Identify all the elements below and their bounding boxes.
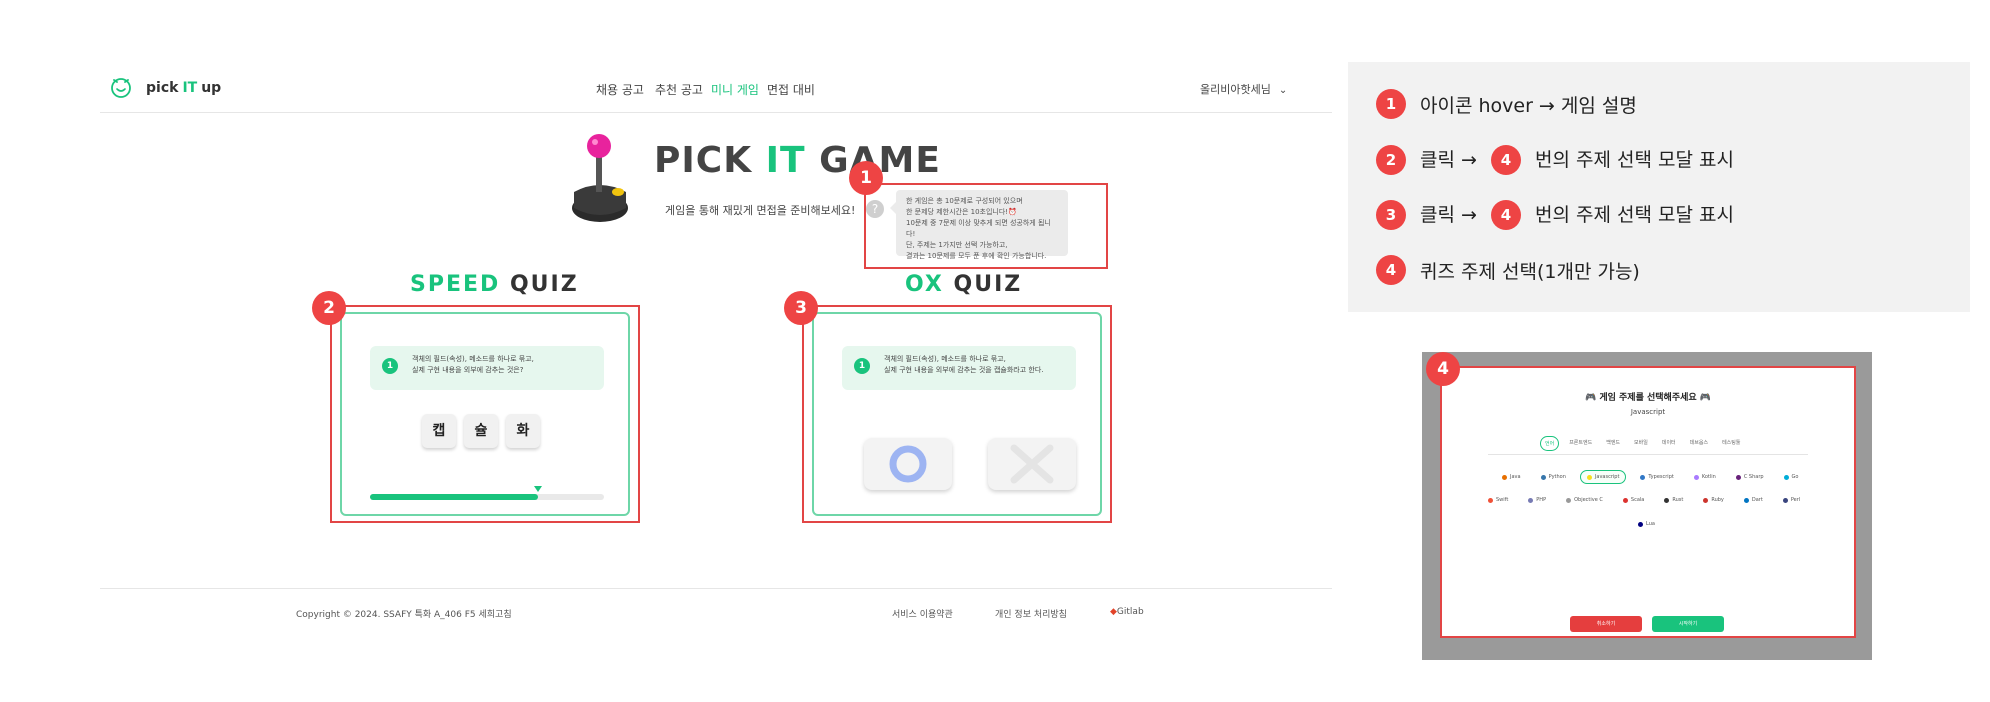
- title-it: IT: [765, 140, 806, 181]
- nav-item-mini-game[interactable]: 미니 게임: [711, 81, 759, 98]
- legend-badge-4: 4: [1376, 255, 1406, 285]
- logo-text-up: up: [201, 80, 222, 96]
- legend-row-3: 3 클릭 → 4 번의 주제 선택 모달 표시: [1376, 199, 1734, 231]
- speed-quiz-card[interactable]: 1 객체의 필드(속성), 메소드를 하나로 묶고, 실제 구현 내용을 외부에…: [340, 312, 630, 516]
- footer-terms-link[interactable]: 서비스 이용약관: [892, 607, 953, 620]
- chevron-down-icon: ⌄: [1278, 85, 1288, 96]
- legend-panel: 1 아이콘 hover → 게임 설명 2 클릭 → 4 번의 주제 선택 모달…: [1348, 62, 1970, 312]
- annotation-badge-4: 4: [1426, 352, 1460, 386]
- circle-o-icon: [889, 445, 927, 483]
- legend-badge-2: 2: [1376, 145, 1406, 175]
- speed-quiz-title: SPEED QUIZ: [410, 272, 579, 297]
- nav-item-recommended[interactable]: 추천 공고: [655, 81, 703, 98]
- question-line: 실제 구현 내용을 외부에 감추는 것을 캡슐화라고 한다.: [884, 366, 1044, 374]
- ox-quiz-title-accent: OX: [905, 272, 944, 297]
- x-button[interactable]: [988, 438, 1076, 490]
- legend-text-2-post: 번의 주제 선택 모달 표시: [1535, 148, 1734, 171]
- page-title: PICK IT GAME: [654, 140, 941, 181]
- annotation-box-4: [1440, 366, 1856, 638]
- footer-privacy-link[interactable]: 개인 정보 처리방침: [995, 607, 1067, 620]
- question-number: 1: [382, 358, 398, 374]
- question-box: 1 객체의 필드(속성), 메소드를 하나로 묶고, 실제 구현 내용을 외부에…: [842, 346, 1076, 390]
- logo-icon[interactable]: [110, 76, 132, 98]
- user-menu[interactable]: 올리비아핫세님 ⌄: [1200, 81, 1287, 97]
- question-box: 1 객체의 필드(속성), 메소드를 하나로 묶고, 실제 구현 내용을 외부에…: [370, 346, 604, 390]
- timer-marker: [534, 486, 543, 492]
- speed-quiz-title-rest: QUIZ: [500, 272, 579, 297]
- topic-modal-screenshot: 🎮 게임 주제를 선택해주세요 🎮 Javascript 언어 프론트엔드 백엔드 모…: [1422, 352, 1872, 660]
- header-divider: [100, 112, 1332, 113]
- question-line: 객체의 필드(속성), 메소드를 하나로 묶고,: [412, 355, 534, 363]
- annotation-badge-2: 2: [312, 291, 346, 325]
- legend-row-4: 4 퀴즈 주제 선택(1개만 가능): [1376, 254, 1640, 286]
- nav-item-interview[interactable]: 면접 대비: [767, 81, 815, 98]
- ox-quiz-title: OX QUIZ: [905, 272, 1022, 297]
- logo-text-it: IT: [182, 80, 198, 96]
- o-button[interactable]: [864, 438, 952, 490]
- ox-quiz-title-rest: QUIZ: [943, 272, 1023, 297]
- legend-text-3: 클릭 → 4 번의 주제 선택 모달 표시: [1420, 200, 1734, 231]
- ox-quiz-card[interactable]: 1 객체의 필드(속성), 메소드를 하나로 묶고, 실제 구현 내용을 외부에…: [812, 312, 1102, 516]
- question-number: 1: [854, 358, 870, 374]
- legend-badge-3: 3: [1376, 200, 1406, 230]
- logo-text[interactable]: pick IT up: [146, 80, 221, 96]
- cross-x-icon: [1010, 444, 1054, 484]
- page-subtitle: 게임을 통해 재밌게 면접을 준비해보세요!: [665, 204, 856, 217]
- letter-tile: 화: [506, 414, 540, 448]
- question-line: 실제 구현 내용을 외부에 감추는 것은?: [412, 366, 524, 374]
- legend-inline-badge-4: 4: [1490, 200, 1521, 231]
- legend-row-1: 1 아이콘 hover → 게임 설명: [1376, 88, 1637, 120]
- title-pick: PICK: [654, 140, 766, 181]
- letter-tile: 슐: [464, 414, 498, 448]
- user-name: 올리비아핫세님: [1200, 83, 1271, 96]
- legend-text-2-pre: 클릭 →: [1420, 148, 1477, 171]
- joystick-icon: [572, 134, 628, 222]
- annotation-badge-1: 1: [849, 161, 883, 195]
- gitlab-icon: ◆: [1110, 607, 1117, 617]
- annotation-badge-3: 3: [784, 291, 818, 325]
- legend-text-3-post: 번의 주제 선택 모달 표시: [1535, 203, 1734, 226]
- legend-row-2: 2 클릭 → 4 번의 주제 선택 모달 표시: [1376, 144, 1734, 176]
- legend-text-1: 아이콘 hover → 게임 설명: [1420, 94, 1637, 117]
- speed-quiz-title-accent: SPEED: [410, 272, 501, 297]
- nav-item-jobs[interactable]: 채용 공고: [596, 81, 644, 98]
- timer-bar: [370, 486, 604, 500]
- legend-text-4: 퀴즈 주제 선택(1개만 가능): [1420, 260, 1640, 283]
- logo-text-pick: pick: [146, 80, 179, 96]
- footer-gitlab-link[interactable]: ◆Gitlab: [1110, 607, 1144, 617]
- legend-text-3-pre: 클릭 →: [1420, 203, 1477, 226]
- annotation-box-1: [864, 183, 1108, 269]
- legend-text-2: 클릭 → 4 번의 주제 선택 모달 표시: [1420, 145, 1734, 176]
- letter-tile: 캡: [422, 414, 456, 448]
- question-line: 객체의 필드(속성), 메소드를 하나로 묶고,: [884, 355, 1006, 363]
- legend-badge-1: 1: [1376, 89, 1406, 119]
- legend-inline-badge-4: 4: [1490, 145, 1521, 176]
- gitlab-label: Gitlab: [1116, 607, 1144, 617]
- footer-divider: [100, 588, 1332, 589]
- footer-copyright: Copyright © 2024. SSAFY 특화 A_406 F5 세희고침: [296, 610, 512, 620]
- timer-fill: [370, 494, 539, 500]
